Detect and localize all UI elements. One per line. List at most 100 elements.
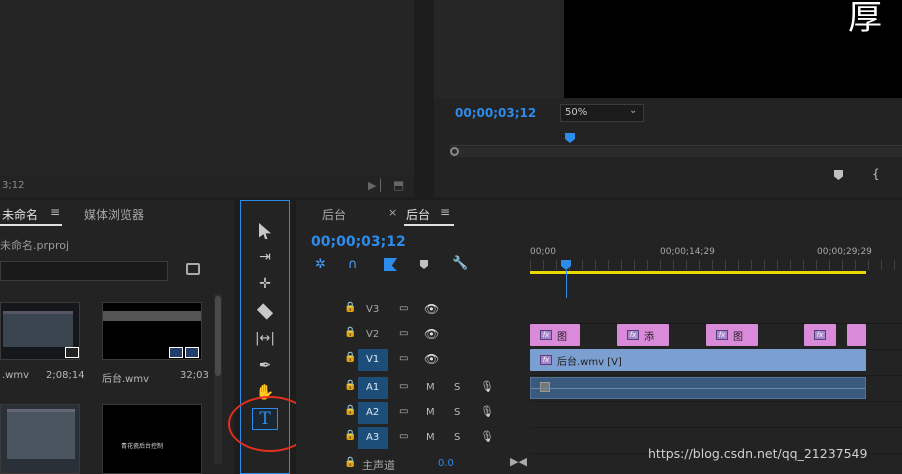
ruler-label: 00;00 xyxy=(530,247,556,257)
sync-lock-icon[interactable]: ▭ xyxy=(399,353,408,364)
eye-icon[interactable]: 👁 xyxy=(424,327,439,341)
microphone-icon[interactable]: 🎙 xyxy=(480,405,494,418)
go-to-out-icon[interactable]: ▶◀ xyxy=(510,455,527,468)
find-icon[interactable] xyxy=(186,263,200,275)
clip-label: 图 xyxy=(557,331,567,343)
microphone-icon[interactable]: 🎙 xyxy=(480,430,494,443)
sync-lock-icon[interactable]: ▭ xyxy=(399,431,408,442)
wrench-icon[interactable]: 🔧 xyxy=(452,256,468,271)
track-label[interactable]: A3 xyxy=(358,427,388,449)
v2-clip-4[interactable]: fx xyxy=(804,324,836,346)
project-thumb-3[interactable] xyxy=(0,404,80,474)
slip-icon: |↔| xyxy=(255,330,275,346)
snap-magnet-icon[interactable]: ∩ xyxy=(348,257,358,272)
solo-button[interactable]: S xyxy=(454,407,460,418)
track-label[interactable]: A2 xyxy=(358,402,388,424)
tab-menu-icon[interactable]: ≡ xyxy=(440,205,450,219)
v2-clip-5[interactable] xyxy=(847,324,866,346)
linked-selection-icon[interactable] xyxy=(384,258,397,271)
project-thumb-1[interactable] xyxy=(0,302,80,360)
clip-label: 图 xyxy=(733,331,743,343)
v2-clip-3[interactable]: fx 图 xyxy=(706,324,758,346)
track-a2: 🔒 A2 ▭ M S 🎙 xyxy=(296,402,530,424)
program-monitor: 厚 00;00;03;12 50% ⌄ { xyxy=(434,0,902,197)
track-v2: 🔒 V2 ▭ 👁 xyxy=(296,324,530,346)
mark-in-icon[interactable]: { xyxy=(872,167,880,181)
tab-media-browser[interactable]: 媒体浏览器 xyxy=(84,206,144,223)
audio-badge-icon xyxy=(185,347,199,358)
lock-icon[interactable]: 🔒 xyxy=(344,302,356,313)
lock-icon[interactable]: 🔒 xyxy=(344,430,356,441)
sync-lock-icon[interactable]: ▭ xyxy=(399,381,408,392)
selection-tool-icon xyxy=(259,223,271,239)
clip-label: 添 xyxy=(644,331,654,343)
project-scrollbar[interactable] xyxy=(214,294,222,464)
master-volume[interactable]: 0.0 xyxy=(438,458,454,469)
search-input[interactable] xyxy=(0,261,168,281)
ripple-edit-tool[interactable]: ✛ xyxy=(252,273,278,295)
program-ruler[interactable] xyxy=(450,134,902,146)
nest-icon[interactable]: ✲ xyxy=(315,257,326,272)
project-item-duration: 32;03 xyxy=(180,370,209,381)
ruler-ticks[interactable] xyxy=(530,260,902,270)
overwrite-icon[interactable]: ⬒ xyxy=(393,178,404,192)
scrollbar-handle-left[interactable] xyxy=(450,147,459,156)
a1-audio-clip[interactable] xyxy=(530,377,866,399)
track-select-icon: ⇥ xyxy=(259,249,271,265)
timeline-tab-1[interactable]: 后台 xyxy=(322,206,346,223)
lock-icon[interactable]: 🔒 xyxy=(344,327,356,338)
thumb-caption: 青花瓷后台控制 xyxy=(121,443,164,450)
tab-menu-icon[interactable]: ≡ xyxy=(50,205,60,219)
v2-clip-2[interactable]: fx 添 xyxy=(617,324,669,346)
source-monitor-footer: 3;12 ▶⎟ ⬒ xyxy=(0,175,414,197)
thumb-window-graphic xyxy=(3,311,73,347)
master-label: 主声道 xyxy=(362,459,395,472)
close-icon[interactable]: × xyxy=(388,206,397,219)
sync-lock-icon[interactable]: ▭ xyxy=(399,328,408,339)
lock-icon[interactable]: 🔒 xyxy=(344,457,356,468)
solo-button[interactable]: S xyxy=(454,432,460,443)
slip-tool[interactable]: |↔| xyxy=(252,327,278,349)
track-label[interactable]: A1 xyxy=(358,377,388,399)
lock-icon[interactable]: 🔒 xyxy=(344,380,356,391)
mute-button[interactable]: M xyxy=(426,432,435,443)
pen-tool[interactable]: ✒ xyxy=(252,354,278,376)
lock-icon[interactable]: 🔒 xyxy=(344,352,356,363)
scrollbar-thumb[interactable] xyxy=(215,296,221,376)
sync-lock-icon[interactable]: ▭ xyxy=(399,303,408,314)
zoom-value: 50% xyxy=(565,107,588,118)
program-scrollbar[interactable] xyxy=(450,147,902,157)
lock-icon[interactable]: 🔒 xyxy=(344,405,356,416)
track-label[interactable]: V2 xyxy=(366,329,379,340)
timeline-timecode[interactable]: 00;00;03;12 xyxy=(311,234,406,250)
add-marker-icon[interactable] xyxy=(420,260,428,269)
audio-video-badge-icon xyxy=(65,347,79,358)
track-label[interactable]: V1 xyxy=(358,349,388,371)
timeline-tab-2[interactable]: 后台 xyxy=(406,206,430,223)
razor-tool[interactable] xyxy=(252,300,278,322)
mute-button[interactable]: M xyxy=(426,407,435,418)
project-thumb-2[interactable] xyxy=(102,302,202,360)
mute-button[interactable]: M xyxy=(426,382,435,393)
v1-clip[interactable]: fx 后台.wmv [V] xyxy=(530,349,866,371)
project-thumb-4[interactable]: 青花瓷后台控制 xyxy=(102,404,202,474)
insert-icon[interactable]: ▶⎟ xyxy=(368,179,382,192)
microphone-icon[interactable]: 🎙 xyxy=(480,380,494,393)
pen-icon: ✒ xyxy=(258,356,272,374)
fx-badge-icon xyxy=(540,382,550,392)
eye-icon[interactable]: 👁 xyxy=(424,352,439,366)
v2-clip-1[interactable]: fx 图 xyxy=(530,324,580,346)
zoom-select[interactable]: 50% ⌄ xyxy=(560,104,644,122)
add-marker-icon[interactable] xyxy=(834,170,843,180)
track-label[interactable]: V3 xyxy=(366,304,379,315)
sync-lock-icon[interactable]: ▭ xyxy=(399,406,408,417)
track-select-tool[interactable]: ⇥ xyxy=(252,246,278,268)
solo-button[interactable]: S xyxy=(454,382,460,393)
audio-level-line xyxy=(531,388,865,389)
tab-underline xyxy=(404,224,454,226)
selection-tool[interactable] xyxy=(252,220,278,242)
program-timecode[interactable]: 00;00;03;12 xyxy=(455,106,536,120)
tab-project[interactable]: 未命名 xyxy=(2,206,38,223)
eye-icon[interactable]: 👁 xyxy=(424,302,439,316)
work-area-bar[interactable] xyxy=(530,271,866,274)
